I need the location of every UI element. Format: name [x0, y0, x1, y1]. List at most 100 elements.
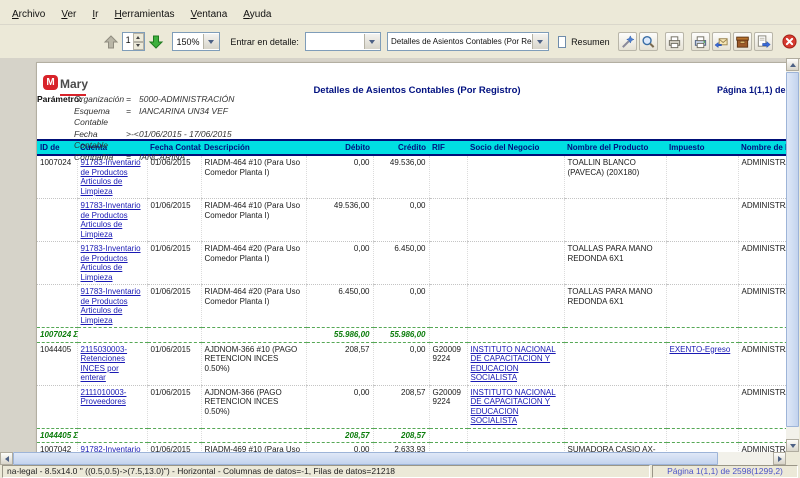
archive-button[interactable] [733, 32, 752, 51]
close-button[interactable] [780, 32, 799, 51]
summary-checkbox[interactable] [558, 36, 566, 48]
impuesto-link[interactable]: EXENTO-Egreso [670, 345, 731, 354]
menu-archivo[interactable]: Archivo [4, 7, 53, 22]
report-select[interactable]: Detalles de Asientos Contables (Por Regi… [387, 32, 549, 51]
column-header-rif[interactable]: RIF [429, 140, 467, 155]
param-op: = [126, 152, 139, 164]
scroll-up-button[interactable] [786, 58, 799, 71]
cuenta-link[interactable]: 91783-Inventario de Productos Articulos … [81, 158, 141, 196]
report-select-value: Detalles de Asientos Contables (Por Regi… [388, 37, 532, 46]
param-value: IANCARINA UN34 VEF [139, 106, 228, 129]
table-row: 10444052115030003-Retenciones INCES por … [37, 342, 786, 385]
export-button[interactable] [754, 32, 773, 51]
vertical-scroll-thumb[interactable] [786, 72, 799, 427]
column-header-socio[interactable]: Socio del Negocio [467, 140, 564, 155]
wand-icon [620, 34, 635, 50]
param-name: Organización [74, 94, 126, 106]
menu-ir[interactable]: Ir [84, 7, 106, 22]
printer-color-icon [693, 34, 708, 50]
chevron-down-icon[interactable] [532, 34, 548, 49]
column-header-credito[interactable]: Crédito [373, 140, 429, 155]
zoom-select[interactable]: 150% [172, 32, 219, 51]
scroll-right-button[interactable] [773, 452, 786, 465]
close-icon [782, 33, 797, 50]
print-preview-button[interactable] [665, 32, 684, 51]
column-header-debito[interactable]: Débito [306, 140, 373, 155]
cuenta-link[interactable]: 91782-Inventario de Productos Articulos … [81, 445, 141, 452]
param-op: >-< [126, 129, 139, 152]
menu-ver[interactable]: Ver [53, 7, 84, 22]
menu-ventana[interactable]: Ventana [183, 7, 236, 22]
status-page-info: Página 1(1,1) de 2598(1299,2) [652, 465, 798, 478]
param-row: Fecha Contable>-<01/06/2015 - 17/06/2015 [74, 129, 234, 152]
column-header-id[interactable]: ID de [37, 140, 77, 155]
param-name: Esquema Contable [74, 106, 126, 129]
table-row: 91783-Inventario de Productos Articulos … [37, 242, 786, 285]
column-header-org[interactable]: Nombre de la [738, 140, 786, 155]
socio-link[interactable]: INSTITUTO NACIONAL DE CAPACITACION Y EDU… [471, 388, 556, 426]
column-header-impuesto[interactable]: Impuesto [666, 140, 738, 155]
cuenta-link[interactable]: 2115030003-Retenciones INCES por enterar [81, 345, 128, 383]
horizontal-scrollbar[interactable] [0, 452, 786, 465]
summary-row: 1044405 Σ208,57208,57 [37, 428, 786, 443]
previous-page-button[interactable] [103, 32, 119, 51]
menu-ayuda[interactable]: Ayuda [235, 7, 279, 22]
chevron-down-icon[interactable] [203, 34, 219, 49]
send-mail-button[interactable] [712, 32, 731, 51]
summary-row: 1007024 Σ55.986,0055.986,00 [37, 328, 786, 343]
export-document-icon [756, 34, 771, 50]
cuenta-link[interactable]: 91783-Inventario de Productos Articulos … [81, 244, 141, 282]
socio-link[interactable]: INSTITUTO NACIONAL DE CAPACITACION Y EDU… [471, 345, 556, 383]
report-params: Organización=5000-ADMINISTRACIÓNEsquema … [74, 94, 234, 163]
print-button[interactable] [691, 32, 710, 51]
drill-select[interactable] [305, 32, 381, 51]
cuenta-link[interactable]: 91783-Inventario de Productos Articulos … [81, 201, 141, 239]
statusbar: na-legal - 8.5x14.0 " ((0.5,0.5)->(7.5,1… [0, 465, 800, 478]
column-header-producto[interactable]: Nombre del Producto [564, 140, 666, 155]
next-page-button[interactable] [148, 32, 164, 51]
page-number-value: 1 [123, 33, 133, 50]
magnifier-icon [641, 34, 656, 50]
table-row: 91783-Inventario de Productos Articulos … [37, 199, 786, 242]
spin-down-button[interactable] [133, 42, 144, 51]
report-table: ID deCuentaFecha ContableDescripciónDébi… [37, 139, 786, 452]
printer-icon [667, 34, 682, 50]
status-page-format: na-legal - 8.5x14.0 " ((0.5,0.5)->(7.5,1… [2, 465, 650, 478]
summary-checkbox-label: Resumen [571, 37, 610, 47]
menubar: ArchivoVerIrHerramientasVentanaAyuda [4, 5, 796, 23]
table-row: 2111010003-Proveedores01/06/2015AJDNOM-3… [37, 385, 786, 428]
zoom-value: 150% [173, 37, 202, 47]
param-op: = [126, 94, 139, 106]
archive-box-icon [735, 34, 750, 50]
param-value: 01/06/2015 - 17/06/2015 [139, 129, 232, 152]
mail-arrow-icon [714, 34, 729, 50]
param-name: Fecha Contable [74, 129, 126, 152]
param-row: Organización=5000-ADMINISTRACIÓN [74, 94, 234, 106]
param-value: IANCARINA [139, 152, 185, 164]
report-header: M Mary Detalles de Asientos Contables (P… [37, 63, 786, 139]
param-row: Esquema Contable=IANCARINA UN34 VEF [74, 106, 234, 129]
param-op: = [126, 106, 139, 129]
up-arrow-icon [103, 34, 119, 50]
chevron-down-icon[interactable] [364, 34, 380, 49]
horizontal-scroll-thumb[interactable] [13, 452, 718, 465]
cuenta-link[interactable]: 91783-Inventario de Productos Articulos … [81, 287, 141, 325]
spin-up-button[interactable] [133, 33, 144, 42]
param-name: Compañía [74, 152, 126, 164]
table-row: 91783-Inventario de Productos Articulos … [37, 285, 786, 328]
cuenta-link[interactable]: 2111010003-Proveedores [81, 388, 127, 407]
report-page-number: Página 1(1,1) de 2 [717, 85, 786, 95]
toolbar: 1 150% Entrar en detalle: Detalles de As… [0, 24, 800, 59]
scroll-left-button[interactable] [0, 452, 13, 465]
customize-report-button[interactable] [618, 32, 637, 51]
table-row: 100704291782-Inventario de Productos Art… [37, 443, 786, 453]
param-row: Compañía=IANCARINA [74, 152, 234, 164]
spinner-arrows[interactable] [133, 33, 144, 50]
vertical-scrollbar[interactable] [786, 58, 799, 452]
report-view-area: M Mary Detalles de Asientos Contables (P… [0, 58, 786, 452]
page-number-spinner[interactable]: 1 [122, 32, 145, 51]
scroll-down-button[interactable] [786, 439, 799, 452]
report-page: M Mary Detalles de Asientos Contables (P… [36, 62, 786, 452]
find-button[interactable] [639, 32, 658, 51]
menu-herramientas[interactable]: Herramientas [107, 7, 183, 22]
